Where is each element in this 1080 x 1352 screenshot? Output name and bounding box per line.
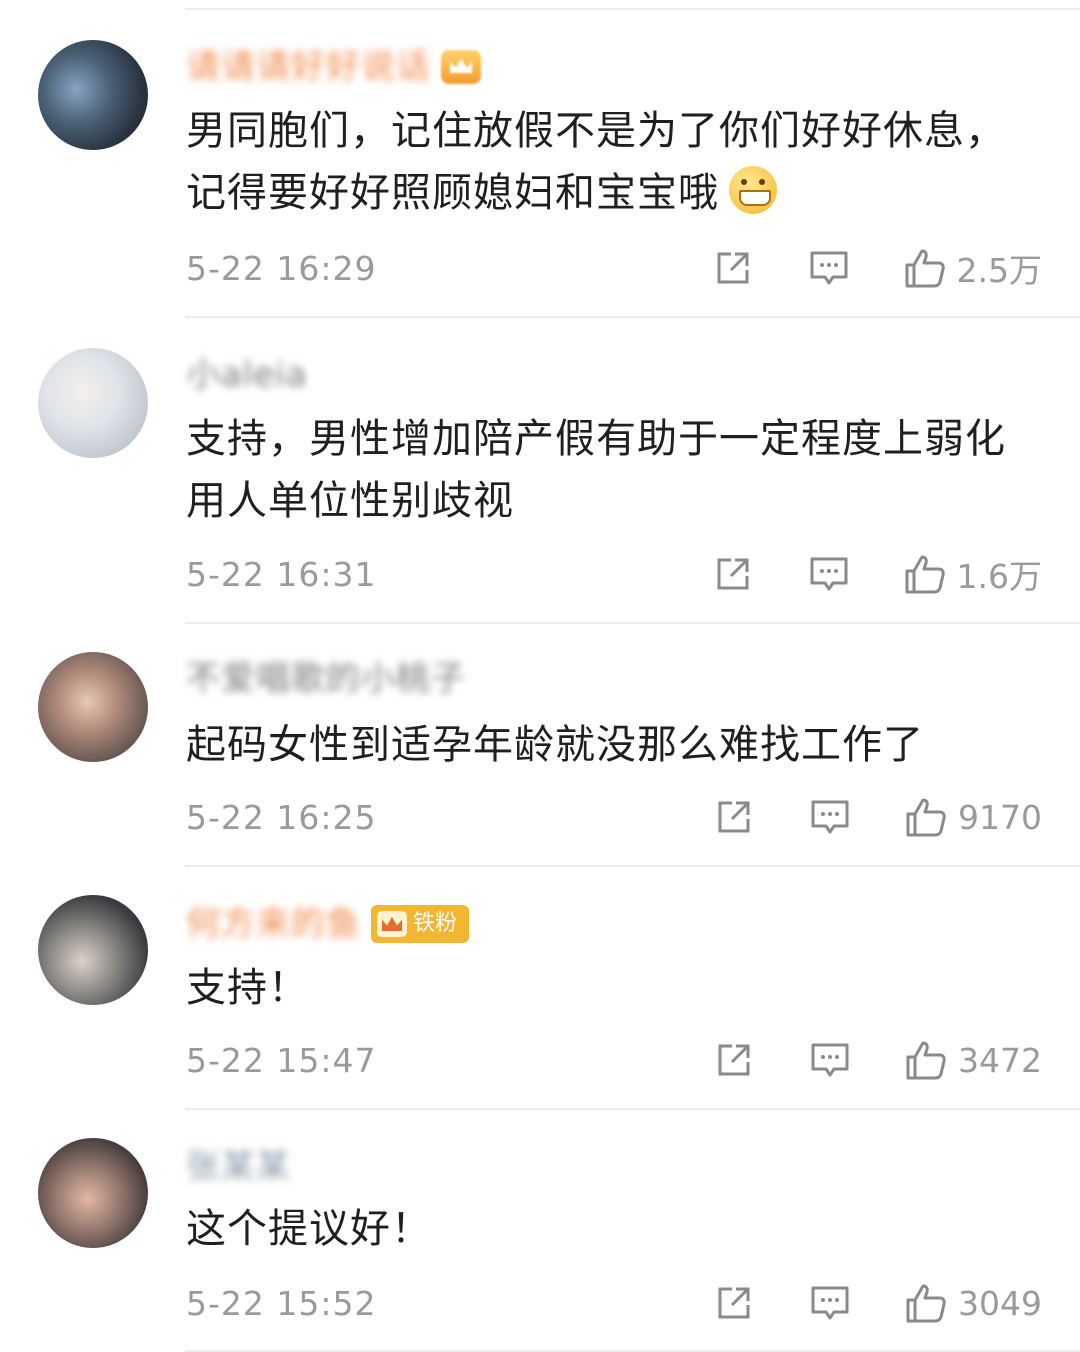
comment-meta: 5-22 15:52 3049: [186, 1278, 1042, 1328]
comment-text-content: 起码女性到适孕年龄就没那么难找工作了: [186, 722, 924, 768]
like-button[interactable]: 2.5万: [903, 244, 1042, 292]
comment-icon[interactable]: [808, 1281, 852, 1325]
username[interactable]: 何方来的鱼: [186, 899, 361, 949]
comment-actions: 1.6万: [711, 550, 1042, 598]
avatar[interactable]: [38, 348, 148, 458]
vip-crown-icon: [441, 50, 481, 84]
username-row: 请请请好好说话: [186, 42, 481, 92]
comment-icon[interactable]: [807, 246, 851, 290]
fan-badge-label: 铁粉: [413, 911, 458, 936]
thumbs-up-icon[interactable]: [903, 552, 947, 596]
divider: [185, 622, 1080, 624]
username[interactable]: 不爱唱歌的小桃子: [186, 654, 466, 704]
thumbs-up-icon[interactable]: [903, 246, 947, 290]
share-icon[interactable]: [711, 246, 755, 290]
thumbs-up-icon[interactable]: [904, 795, 948, 839]
comment-time: 5-22 15:47: [186, 1040, 377, 1080]
like-button[interactable]: 1.6万: [903, 550, 1042, 598]
share-icon[interactable]: [712, 1038, 756, 1082]
thumbs-up-icon[interactable]: [904, 1281, 948, 1325]
avatar[interactable]: [38, 652, 148, 762]
comment-text: 支持，男性增加陪产假有助于一定程度上弱化用人单位性别歧视: [186, 408, 1006, 532]
like-button[interactable]: 3049: [904, 1281, 1042, 1325]
comment-text: 起码女性到适孕年龄就没那么难找工作了: [186, 714, 1006, 776]
comment-text-content: 支持，男性增加陪产假有助于一定程度上弱化用人单位性别歧视: [186, 416, 1006, 524]
username-row: 小aleia: [186, 350, 307, 400]
divider: [185, 316, 1080, 318]
comment-text-content: 支持！: [186, 965, 309, 1011]
thumbs-up-icon[interactable]: [904, 1038, 948, 1082]
comment-time: 5-22 16:29: [186, 248, 377, 288]
like-count: 9170: [958, 797, 1042, 837]
comment-time: 5-22 16:25: [186, 797, 377, 837]
comment-text: 这个提议好！: [186, 1198, 1006, 1260]
comment-meta: 5-22 16:29 2.5万: [186, 243, 1042, 293]
avatar[interactable]: [38, 1138, 148, 1248]
comment-actions: 3472: [712, 1038, 1042, 1082]
comment-text-content: 男同胞们，记住放假不是为了你们好好休息，记得要好好照顾媳妇和宝宝哦: [186, 108, 1006, 216]
share-icon[interactable]: [712, 1281, 756, 1325]
username-row: 张某某: [186, 1142, 291, 1192]
like-count: 3049: [958, 1283, 1042, 1323]
comment-time: 5-22 16:31: [186, 554, 377, 594]
grinning-emoji-icon: [729, 166, 777, 214]
username[interactable]: 请请请好好说话: [186, 42, 431, 92]
comment-meta: 5-22 15:47 3472: [186, 1035, 1042, 1085]
like-button[interactable]: 9170: [904, 795, 1042, 839]
comment-icon[interactable]: [807, 552, 851, 596]
comment-icon[interactable]: [808, 1038, 852, 1082]
avatar[interactable]: [38, 40, 148, 150]
comment-meta: 5-22 16:25 9170: [186, 792, 1042, 842]
like-count: 1.6万: [956, 557, 1042, 596]
comment-text-content: 这个提议好！: [186, 1206, 432, 1252]
username-row: 不爱唱歌的小桃子: [186, 654, 466, 704]
share-icon[interactable]: [712, 795, 756, 839]
username-row: 何方来的鱼 铁粉: [186, 899, 470, 949]
like-count: 3472: [958, 1040, 1042, 1080]
comment-meta: 5-22 16:31 1.6万: [186, 549, 1042, 599]
comment-time: 5-22 15:52: [186, 1283, 377, 1323]
comment-list: 请请请好好说话 男同胞们，记住放假不是为了你们好好休息，记得要好好照顾媳妇和宝宝…: [0, 0, 1080, 1352]
avatar[interactable]: [38, 895, 148, 1005]
comment-icon[interactable]: [808, 795, 852, 839]
username[interactable]: 张某某: [186, 1142, 291, 1192]
divider: [185, 865, 1080, 867]
comment-actions: 2.5万: [711, 244, 1042, 292]
divider: [185, 8, 1080, 10]
username[interactable]: 小aleia: [186, 350, 307, 400]
fan-badge: 铁粉: [371, 905, 470, 943]
like-count: 2.5万: [956, 251, 1042, 290]
share-icon[interactable]: [711, 552, 755, 596]
like-button[interactable]: 3472: [904, 1038, 1042, 1082]
comment-text: 支持！: [186, 957, 1006, 1019]
comment-actions: 3049: [712, 1281, 1042, 1325]
comment-actions: 9170: [712, 795, 1042, 839]
comment-text: 男同胞们，记住放假不是为了你们好好休息，记得要好好照顾媳妇和宝宝哦: [186, 100, 1006, 224]
divider: [185, 1108, 1080, 1110]
crown-icon: [377, 911, 407, 937]
